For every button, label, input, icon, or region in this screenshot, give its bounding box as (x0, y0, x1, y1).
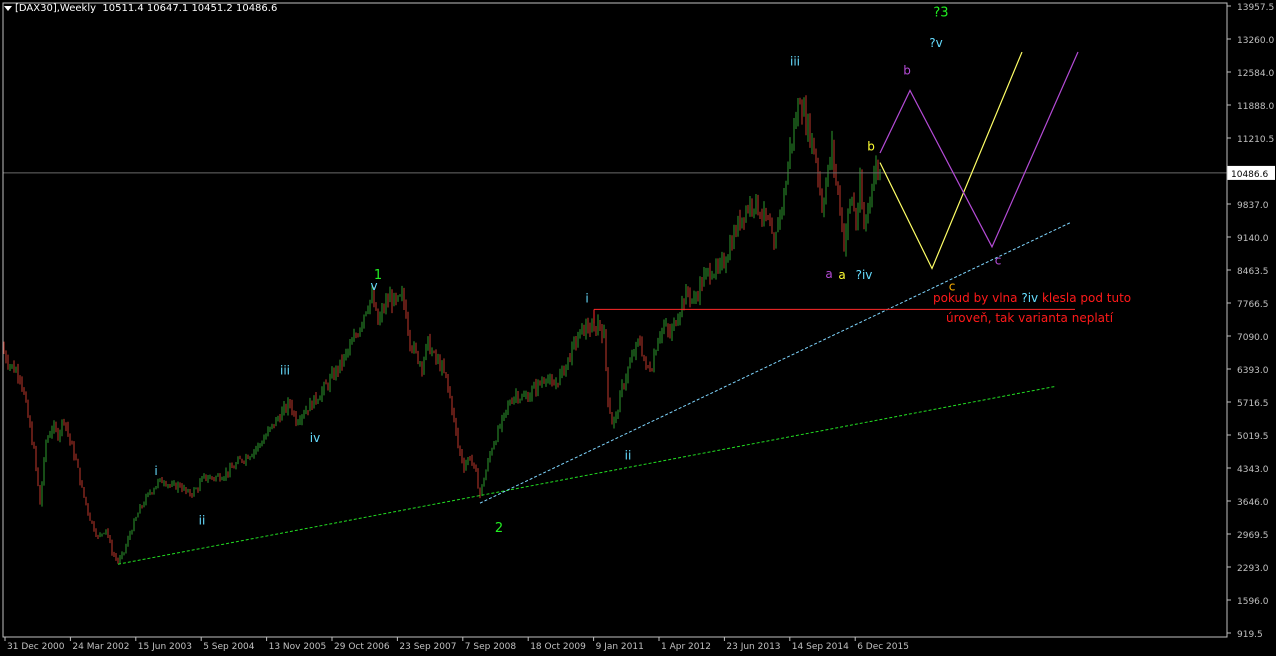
x-tick-label: 18 Oct 2009 (530, 642, 586, 652)
y-tick-label: 6393.0 (1237, 366, 1269, 376)
chart-background (0, 0, 1276, 656)
y-tick-label: 7766.5 (1237, 300, 1269, 310)
wave-label: ?3 (933, 5, 948, 20)
wave-label: a (838, 268, 845, 282)
wave-label: iv (310, 431, 320, 445)
chart-header: [DAX30],Weekly 10511.4 10647.1 10451.2 1… (4, 3, 277, 14)
y-tick-label: 13957.5 (1237, 3, 1274, 13)
wave-label: c (995, 254, 1002, 268)
y-tick-label: 2969.5 (1237, 531, 1269, 541)
y-tick-label: 9140.0 (1237, 234, 1269, 244)
wave-label: 2 (495, 521, 503, 536)
wave-label: ?iv (856, 268, 873, 282)
wave-label: b (867, 140, 875, 154)
dropdown-arrow-icon[interactable] (4, 5, 12, 11)
note-line-1: pokud by vlna ?iv klesla pod tuto (933, 291, 1131, 305)
y-tick-label: 12584.0 (1237, 69, 1274, 79)
x-tick-label: 5 Sep 2004 (203, 642, 255, 652)
x-tick-label: 15 Jun 2003 (138, 642, 192, 652)
x-tick-label: 23 Jun 2013 (726, 642, 780, 652)
note-text-a: pokud by vlna (933, 291, 1021, 305)
x-tick-label: 24 Mar 2002 (72, 642, 129, 652)
wave-label: iii (790, 55, 800, 69)
y-tick-label: 7090.0 (1237, 333, 1269, 343)
y-tick-label: 9837.0 (1237, 201, 1269, 211)
y-tick-label: 4343.0 (1237, 465, 1269, 475)
y-tick-label: 13260.0 (1237, 36, 1274, 46)
x-tick-label: 23 Sep 2007 (399, 642, 456, 652)
x-tick-label: 1 Apr 2012 (661, 642, 711, 652)
note-text-c: klesla pod tuto (1038, 291, 1131, 305)
wave-label: ii (625, 448, 632, 462)
price-chart[interactable]: 12?3viiiiviiiiiiiii?v?ivbacabc 13957.513… (0, 0, 1276, 656)
y-tick-label: 3646.0 (1237, 498, 1269, 508)
wave-label: b (903, 64, 911, 78)
x-tick-label: 13 Nov 2005 (269, 642, 327, 652)
note-wave-ref: ?iv (1021, 291, 1038, 305)
wave-label: ?v (929, 36, 942, 50)
x-tick-label: 31 Dec 2000 (7, 642, 65, 652)
y-tick-label: 5019.5 (1237, 432, 1269, 442)
wave-label: a (825, 267, 832, 281)
y-tick-label: 11888.0 (1237, 102, 1274, 112)
x-tick-label: 6 Dec 2015 (857, 642, 909, 652)
x-tick-label: 9 Jan 2011 (596, 642, 644, 652)
current-price-label: 10486.6 (1231, 170, 1268, 180)
symbol-label: [DAX30],Weekly (15, 3, 97, 14)
wave-label: ii (199, 513, 206, 527)
y-tick-label: 2293.0 (1237, 564, 1269, 574)
chart-grid (0, 0, 1276, 656)
y-tick-label: 5716.5 (1237, 399, 1269, 409)
y-tick-label: 1596.0 (1237, 597, 1269, 607)
x-tick-label: 7 Sep 2008 (465, 642, 517, 652)
x-tick-label: 29 Oct 2006 (334, 642, 390, 652)
wave-label: i (154, 464, 157, 478)
note-line-2: úroveň, tak varianta neplatí (946, 311, 1114, 325)
wave-label: i (585, 292, 588, 306)
wave-label: v (370, 279, 377, 293)
y-tick-label: 11210.5 (1237, 135, 1274, 145)
x-tick-label: 14 Sep 2014 (792, 642, 849, 652)
wave-label: iii (280, 363, 290, 377)
ohlc-values: 10511.4 10647.1 10451.2 10486.6 (102, 3, 278, 14)
y-tick-label: 8463.5 (1237, 267, 1269, 277)
y-tick-label: 919.5 (1237, 630, 1263, 640)
